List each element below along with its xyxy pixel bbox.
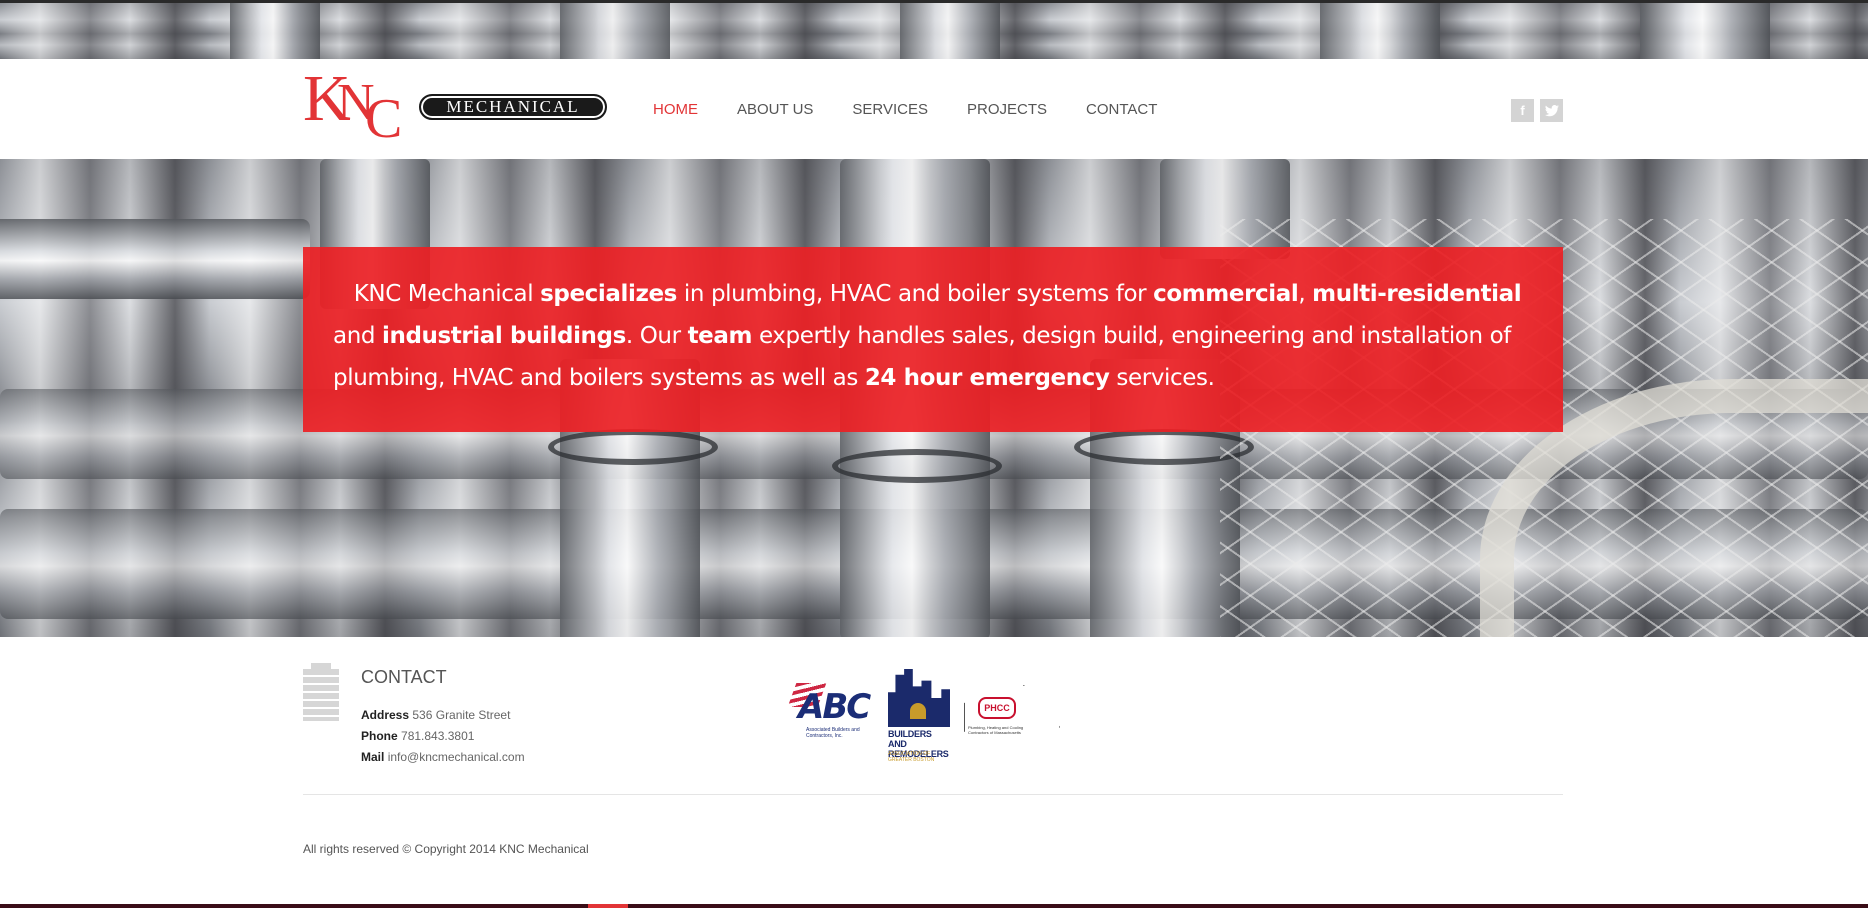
facebook-icon[interactable]: f (1511, 99, 1534, 122)
banner-bold-segment: specializes (540, 281, 677, 307)
logo-monogram: K N C (303, 62, 415, 150)
footer-divider (303, 794, 1563, 795)
contact-mail-row: Mail info@kncmechanical.com (361, 747, 525, 768)
site-header: K N C MECHANICAL HOME ABOUT US SERVICES … (0, 59, 1868, 159)
phone-label: Phone (361, 729, 398, 743)
header-inner: K N C MECHANICAL HOME ABOUT US SERVICES … (303, 59, 1563, 159)
banner-bold-segment: industrial buildings (381, 323, 626, 349)
contact-address-row: Address 536 Granite Street (361, 705, 525, 726)
hero-banner-text: KNC Mechanical specializes in plumbing, … (333, 273, 1533, 399)
top-background-strip (0, 0, 1868, 59)
phcc-badge: PHCC (978, 697, 1016, 719)
builders-remodelers-logo[interactable]: BUILDERS AND REMODELERS ASSOCIATION OF G… (888, 669, 950, 763)
banner-text-segment: services. (1109, 365, 1215, 391)
nav-about-us[interactable]: ABOUT US (737, 101, 813, 118)
address-label: Address (361, 708, 410, 722)
contact-details: Address 536 Granite Street Phone 781.843… (361, 705, 525, 768)
main-nav: HOME ABOUT US SERVICES PROJECTS CONTACT (653, 101, 1196, 118)
banner-text-segment: KNC Mechanical (353, 281, 541, 307)
bottom-bar (0, 904, 1868, 908)
bra-line-3: ASSOCIATION OF GREATER BOSTON (888, 751, 935, 763)
abc-logo[interactable]: ABC Associated Builders and Contractors,… (787, 683, 871, 739)
bra-line-1: BUILDERS AND (888, 729, 932, 749)
banner-text-segment: , (1298, 281, 1313, 307)
nav-home[interactable]: HOME (653, 101, 698, 118)
bottom-bar-accent (588, 904, 628, 908)
banner-text-segment: in plumbing, HVAC and boiler systems for (676, 281, 1154, 307)
banner-text-segment: and (333, 323, 382, 349)
state-house-dome-icon (910, 703, 926, 719)
twitter-icon[interactable] (1540, 99, 1563, 122)
nav-projects[interactable]: PROJECTS (967, 101, 1047, 118)
banner-bold-segment: team (687, 323, 753, 349)
copyright-text: All rights reserved © Copyright 2014 KNC… (303, 842, 589, 856)
phcc-logo[interactable]: PHCC Plumbing, Heating and Cooling Contr… (964, 685, 1060, 745)
address-value: 536 Granite Street (412, 708, 511, 722)
logo-letter-c: C (365, 88, 403, 150)
banner-bold-segment: multi-residential (1312, 281, 1522, 307)
banner-bold-segment: 24 hour emergency (864, 365, 1110, 391)
site-logo[interactable]: K N C MECHANICAL (303, 62, 607, 150)
abc-subtitle: Associated Builders and Contractors, Inc… (806, 727, 860, 739)
twitter-bird-glyph (1544, 104, 1559, 116)
hero-banner: KNC Mechanical specializes in plumbing, … (303, 247, 1563, 432)
nav-services[interactable]: SERVICES (852, 101, 928, 118)
mail-label: Mail (361, 750, 385, 764)
social-links: f (1511, 99, 1563, 122)
contact-title: CONTACT (361, 667, 447, 687)
banner-text-segment: . Our (625, 323, 688, 349)
logo-wordmark: MECHANICAL (419, 94, 607, 120)
phcc-subtitle: Plumbing, Heating and Cooling Contractor… (968, 725, 1024, 735)
phone-value[interactable]: 781.843.3801 (401, 729, 474, 743)
banner-bold-segment: commercial (1153, 281, 1299, 307)
abc-mark: ABC (798, 687, 871, 727)
mail-link[interactable]: info@kncmechanical.com (388, 750, 525, 764)
contact-phone-row: Phone 781.843.3801 (361, 726, 525, 747)
building-icon (303, 663, 339, 721)
nav-contact[interactable]: CONTACT (1086, 101, 1157, 118)
